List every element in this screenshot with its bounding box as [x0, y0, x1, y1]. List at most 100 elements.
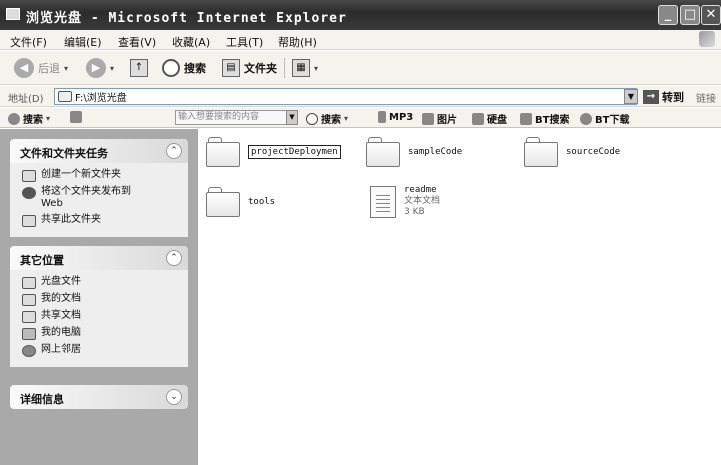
search-label: 搜索: [184, 62, 206, 75]
menu-favorites[interactable]: 收藏(A): [172, 34, 210, 50]
cd-drive-icon: [58, 91, 72, 102]
mp3-button[interactable]: MP3: [378, 111, 413, 123]
menu-tools[interactable]: 工具(T): [226, 34, 263, 50]
folder-icon: [366, 137, 400, 167]
music-note-icon: [378, 111, 386, 123]
folders-button[interactable]: ▤ 文件夹: [222, 57, 277, 79]
views-button[interactable]: ▦ ▾: [292, 57, 318, 79]
place-cd-files-label: 光盘文件: [41, 276, 81, 287]
forward-button[interactable]: ▶ ▾: [86, 57, 114, 79]
place-cd-files[interactable]: 光盘文件: [22, 276, 188, 289]
menu-edit[interactable]: 编辑(E): [64, 34, 102, 50]
other-places-body: 光盘文件 我的文档 共享文档 我的电脑 网上邻居: [10, 270, 188, 367]
chevron-down-icon: ▾: [64, 63, 69, 73]
chevron-down-icon: ▾: [344, 114, 349, 123]
hard-disk-icon: [472, 112, 484, 125]
address-input[interactable]: F:\浏览光盘: [54, 88, 637, 105]
documents-icon: [22, 294, 36, 306]
address-dropdown-button[interactable]: ▼: [624, 89, 638, 104]
toolbar-search-dropdown[interactable]: ▼: [286, 110, 298, 125]
folder-item[interactable]: sourceCode: [524, 137, 620, 167]
menu-file[interactable]: 文件(F): [10, 34, 47, 50]
go-button[interactable]: → 转到: [643, 89, 684, 105]
folder-icon: [22, 277, 36, 289]
links-button[interactable]: 链接: [696, 90, 716, 105]
back-arrow-icon: ◀: [14, 58, 34, 78]
toolbar-divider: [284, 58, 285, 78]
address-bar: 地址(D) F:\浏览光盘 ▼ → 转到 链接: [0, 86, 721, 107]
globe-icon: [22, 187, 36, 199]
file-type: 文本文档: [404, 196, 441, 206]
folders-icon: ▤: [222, 59, 240, 77]
folder-name: sampleCode: [408, 147, 463, 157]
images-button[interactable]: 图片: [422, 111, 457, 126]
bt-search-button[interactable]: BT搜索: [520, 111, 569, 126]
maximize-button[interactable]: □: [680, 5, 700, 25]
menu-help[interactable]: 帮助(H): [278, 34, 317, 50]
expand-down-icon[interactable]: ⌄: [166, 389, 182, 405]
folders-label: 文件夹: [244, 62, 277, 75]
bt-download-button[interactable]: BT下载: [580, 111, 629, 126]
place-my-computer-label: 我的电脑: [41, 327, 81, 338]
collapse-up-icon[interactable]: ⌃: [166, 250, 182, 266]
close-button[interactable]: ✕: [701, 5, 721, 25]
file-list: projectDeploymen sampleCode sourceCode t…: [198, 129, 721, 465]
task-new-folder[interactable]: 创建一个新文件夹: [22, 169, 188, 182]
back-button[interactable]: ◀ 后退 ▾: [14, 57, 68, 79]
folder-item[interactable]: sampleCode: [366, 137, 462, 167]
go-label: 转到: [662, 91, 684, 104]
bt-download-label: BT下载: [595, 115, 630, 126]
file-tasks-header[interactable]: 文件和文件夹任务 ⌃: [10, 139, 188, 163]
place-my-documents[interactable]: 我的文档: [22, 293, 188, 306]
forward-arrow-icon: ▶: [86, 58, 106, 78]
toolbar-search-button-label: 搜索: [321, 115, 341, 126]
file-size: 3 KB: [404, 207, 425, 217]
place-network-label: 网上邻居: [41, 344, 81, 355]
folder-icon: [22, 311, 36, 323]
minimize-button[interactable]: _: [658, 5, 678, 25]
shared-folder-icon: [22, 215, 36, 227]
menu-view[interactable]: 查看(V): [118, 34, 156, 50]
toolbar-search-label: 搜索: [23, 115, 43, 126]
address-value: F:\浏览光盘: [75, 93, 127, 104]
toolbar-options-button[interactable]: [70, 111, 82, 123]
magnifier-icon: [306, 112, 318, 125]
views-icon: ▦: [292, 59, 310, 77]
place-shared-documents[interactable]: 共享文档: [22, 310, 188, 323]
folder-name: tools: [248, 197, 276, 207]
file-meta: readme 文本文档 3 KB: [404, 185, 440, 218]
toolbar-search-input[interactable]: 输入想要搜索的内容: [175, 110, 288, 125]
up-folder-button[interactable]: ↑: [130, 57, 148, 79]
images-label: 图片: [437, 115, 457, 126]
file-tasks-title: 文件和文件夹任务: [20, 147, 108, 160]
other-places-panel: 其它位置 ⌃ 光盘文件 我的文档 共享文档 我的电脑 网上邻居: [10, 246, 188, 367]
go-arrow-icon: →: [643, 90, 659, 104]
folder-item[interactable]: projectDeploymen: [206, 137, 341, 167]
folder-item[interactable]: tools: [206, 187, 275, 217]
folder-icon: [206, 187, 240, 217]
place-shared-documents-label: 共享文档: [41, 310, 81, 321]
place-my-documents-label: 我的文档: [41, 293, 81, 304]
task-publish-web[interactable]: 将这个文件夹发布到 Web: [22, 186, 188, 210]
mp3-label: MP3: [389, 111, 414, 123]
details-header[interactable]: 详细信息 ⌄: [10, 385, 188, 409]
toolbar-search-button[interactable]: 搜索 ▾: [306, 111, 348, 126]
task-new-folder-label: 创建一个新文件夹: [41, 169, 121, 180]
image-icon: [422, 112, 434, 125]
chevron-down-icon: ▾: [314, 63, 319, 73]
hard-disk-button[interactable]: 硬盘: [472, 111, 507, 126]
toolbar-search-menu[interactable]: 搜索 ▾: [8, 111, 50, 126]
folder-icon: [206, 137, 240, 167]
folder-name-rename[interactable]: projectDeploymen: [248, 145, 341, 159]
network-icon: [22, 345, 36, 357]
other-places-header[interactable]: 其它位置 ⌃: [10, 246, 188, 270]
file-name: readme: [404, 185, 437, 195]
task-share-folder[interactable]: 共享此文件夹: [22, 214, 188, 227]
file-item[interactable]: readme 文本文档 3 KB: [370, 185, 440, 218]
collapse-up-icon[interactable]: ⌃: [166, 143, 182, 159]
search-button[interactable]: 搜索: [162, 57, 206, 79]
place-network[interactable]: 网上邻居: [22, 344, 188, 357]
address-label: 地址(D): [8, 94, 44, 105]
back-label: 后退: [38, 62, 60, 75]
place-my-computer[interactable]: 我的电脑: [22, 327, 188, 340]
